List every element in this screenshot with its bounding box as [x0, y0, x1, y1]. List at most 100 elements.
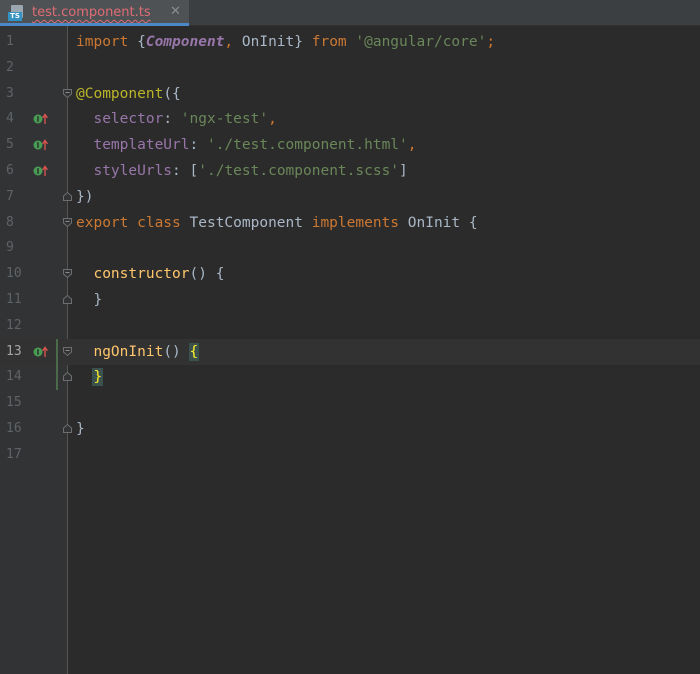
typescript-file-icon: TS	[8, 4, 24, 21]
code-token: }	[76, 292, 103, 308]
code-token: () {	[189, 266, 225, 283]
line-number: 2	[6, 59, 14, 75]
code-text: styleUrls: ['./test.component.scss']	[76, 158, 408, 184]
implements-method-icon[interactable]	[33, 165, 49, 177]
line-number: 12	[6, 317, 22, 333]
code-line[interactable]: 14 }	[0, 364, 700, 391]
line-number: 7	[6, 188, 14, 204]
fold-end-icon[interactable]	[62, 191, 73, 202]
close-tab-icon[interactable]: ✕	[170, 5, 181, 19]
implements-method-icon[interactable]	[33, 139, 49, 151]
code-token: OnInit {	[407, 214, 478, 231]
code-line[interactable]: 5 templateUrl: './test.component.html',	[0, 132, 700, 158]
code-line[interactable]: 1 import {Component, OnInit} from '@angul…	[0, 29, 700, 55]
code-token: 'ngx-test'	[180, 111, 269, 128]
code-token: TestComponent	[189, 214, 312, 231]
code-token: './test.component.html'	[206, 137, 408, 154]
fold-open-icon[interactable]	[62, 346, 73, 357]
code-token: }	[76, 421, 85, 437]
editor-tab-bar: TS test.component.ts ✕	[0, 0, 700, 26]
code-line[interactable]: 6 styleUrls: ['./test.component.scss']	[0, 158, 700, 184]
code-token: ()	[163, 343, 190, 360]
code-text: }	[76, 416, 85, 442]
code-token: constructor	[93, 266, 190, 283]
line-number: 1	[6, 34, 14, 49]
code-line[interactable]: 17	[0, 442, 700, 468]
code-token: ;	[486, 34, 496, 50]
matched-brace: }	[92, 368, 104, 387]
code-line[interactable]: 11 }	[0, 287, 700, 313]
code-text: @Component({	[76, 81, 181, 107]
code-token: './test.component.scss'	[198, 163, 400, 179]
code-token: from	[311, 34, 356, 50]
code-token: styleUrls	[93, 163, 173, 179]
line-number: 14	[6, 369, 22, 385]
code-text: selector: 'ngx-test',	[76, 106, 276, 132]
code-text: export class TestComponent implements On…	[76, 210, 478, 236]
code-text: ngOnInit() {	[76, 339, 200, 365]
code-token: {	[137, 34, 146, 50]
fold-open-icon[interactable]	[62, 217, 73, 228]
code-text: })	[76, 184, 93, 210]
editor-tab[interactable]: TS test.component.ts ✕	[0, 0, 189, 26]
code-line[interactable]: 8 export class TestComponent implements O…	[0, 210, 700, 236]
fold-end-icon[interactable]	[62, 294, 73, 305]
code-text: import {Component, OnInit} from '@angula…	[76, 29, 495, 55]
line-number: 5	[6, 137, 14, 153]
line-number: 3	[6, 85, 14, 101]
code-text: templateUrl: './test.component.html',	[76, 132, 417, 158]
line-number: 6	[6, 163, 14, 178]
code-line[interactable]: 12	[0, 313, 700, 339]
code-line[interactable]: 3 @Component({	[0, 81, 700, 107]
fold-end-icon[interactable]	[62, 423, 73, 434]
code-line[interactable]: 2	[0, 55, 700, 81]
line-number: 8	[6, 214, 14, 230]
code-line[interactable]: 10 constructor() {	[0, 261, 700, 287]
code-token: OnInit}	[241, 34, 312, 50]
code-token: export class	[76, 214, 190, 231]
code-line[interactable]: 9	[0, 235, 700, 261]
line-number: 11	[6, 292, 22, 307]
code-token: ]	[399, 163, 408, 179]
line-number: 9	[6, 240, 14, 256]
code-token: ngOnInit	[93, 343, 164, 360]
line-number: 15	[6, 395, 22, 411]
line-number: 10	[6, 266, 22, 282]
line-number: 13	[6, 343, 22, 359]
code-text: constructor() {	[76, 261, 224, 287]
code-token: ,	[224, 34, 242, 50]
code-token: import	[76, 34, 138, 50]
implements-method-icon[interactable]	[33, 345, 49, 358]
code-text: }	[76, 364, 104, 390]
code-line[interactable]: 7})	[0, 184, 700, 210]
line-number: 16	[6, 421, 22, 436]
code-token: })	[76, 188, 94, 205]
fold-end-icon[interactable]	[62, 371, 73, 382]
code-token: implements	[311, 214, 408, 231]
code-token: :	[163, 111, 181, 128]
code-line[interactable]: 13 ngOnInit() {	[0, 338, 700, 365]
code-token: templateUrl	[93, 137, 190, 154]
implements-method-icon[interactable]	[33, 113, 49, 125]
code-line[interactable]: 15	[0, 390, 700, 416]
line-number: 4	[6, 111, 14, 127]
code-token: Component	[145, 34, 225, 50]
matched-brace: {	[188, 342, 200, 361]
change-marker	[56, 364, 58, 391]
code-line[interactable]: 4 selector: 'ngx-test',	[0, 106, 700, 132]
code-text: }	[76, 287, 102, 313]
code-token: ({	[163, 85, 181, 102]
code-line[interactable]: 16}	[0, 416, 700, 442]
fold-open-icon[interactable]	[62, 268, 73, 279]
code-token: : [	[172, 163, 199, 179]
code-token: @Component	[76, 85, 164, 102]
line-number: 17	[6, 446, 22, 462]
typescript-badge: TS	[8, 11, 22, 21]
tab-filename: test.component.ts	[32, 5, 151, 20]
code-token: ,	[407, 137, 417, 154]
fold-open-icon[interactable]	[62, 88, 73, 99]
